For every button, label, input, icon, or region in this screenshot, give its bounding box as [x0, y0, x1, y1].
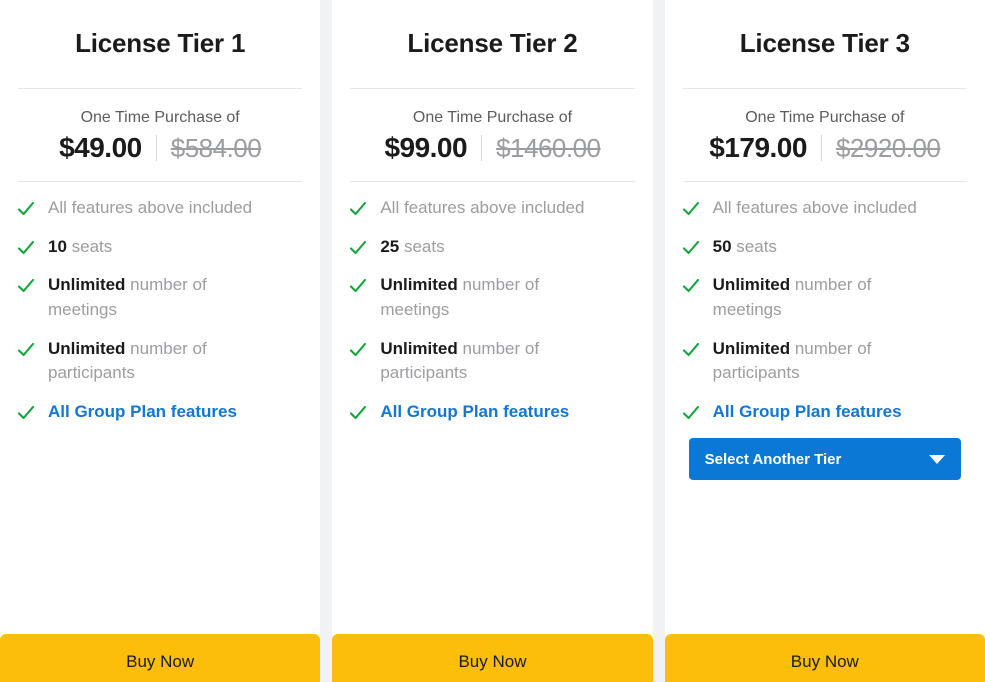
feature-highlight: 10 — [48, 236, 67, 256]
price-row: $49.00 $584.00 — [10, 131, 310, 165]
check-icon — [350, 240, 367, 254]
group-plan-features-link[interactable]: All Group Plan features — [380, 400, 569, 425]
feature-label: Unlimited number of meetings — [48, 275, 207, 319]
price-original: $584.00 — [170, 132, 262, 163]
feature-item: Unlimited number of participants — [344, 337, 640, 386]
group-plan-features-link[interactable]: All Group Plan features — [713, 400, 902, 425]
check-icon — [17, 279, 35, 293]
buy-now-button[interactable]: Buy Now — [0, 634, 321, 682]
check-icon — [682, 201, 699, 216]
price-block: One Time Purchase of $179.00 $2920.00 — [665, 89, 985, 181]
pricing-table: License Tier 1 One Time Purchase of $49.00… — [0, 0, 985, 682]
tier-title: License Tier 2 — [407, 28, 578, 58]
feature-item-link[interactable]: All Group Plan features — [344, 400, 640, 425]
feature-item: 25 seats — [344, 235, 640, 260]
feature-highlight: Unlimited — [380, 338, 458, 358]
buy-button-wrap: Buy Now — [0, 634, 321, 682]
price-separator — [481, 135, 483, 161]
check-icon — [17, 240, 35, 254]
feature-item: Unlimited number of participants — [677, 337, 973, 386]
feature-item: All features above included — [12, 196, 308, 221]
feature-label: Unlimited number of participants — [380, 338, 540, 383]
check-icon — [682, 279, 699, 293]
feature-label: 50 seats — [712, 236, 777, 256]
feature-item-link[interactable]: All Group Plan features — [12, 400, 308, 425]
buy-now-button[interactable]: Buy Now — [664, 634, 985, 682]
price-original: $2920.00 — [835, 132, 941, 163]
select-another-tier-dropdown[interactable]: Select Another Tier — [688, 438, 961, 481]
check-icon — [682, 342, 699, 356]
feature-item: Unlimited number of meetings — [12, 273, 308, 322]
feature-highlight: Unlimited — [712, 338, 791, 358]
price-caption: One Time Purchase of — [412, 109, 573, 126]
check-icon — [682, 240, 699, 254]
feature-list: All features above included 25 seats Unlim… — [332, 182, 652, 634]
feature-item: All features above included — [344, 196, 640, 221]
check-icon — [17, 405, 35, 419]
check-icon — [17, 201, 35, 216]
feature-label: All features above included — [712, 198, 917, 217]
feature-item: Unlimited number of meetings — [344, 273, 640, 322]
feature-item: 10 seats — [12, 235, 308, 260]
price-separator — [820, 135, 822, 161]
feature-list: All features above included 50 seats Unlim… — [665, 182, 985, 634]
price-current: $179.00 — [709, 132, 807, 163]
select-another-tier-label: Select Another Tier — [704, 450, 842, 468]
tier-card: License Tier 1 One Time Purchase of $49.00… — [0, 0, 321, 682]
feature-item: Unlimited number of meetings — [677, 273, 973, 322]
buy-now-button[interactable]: Buy Now — [332, 634, 653, 682]
feature-list: All features above included 10 seats Unlim… — [0, 182, 320, 634]
feature-label: Unlimited number of participants — [48, 338, 207, 383]
price-block: One Time Purchase of $49.00 $584.00 — [0, 89, 320, 181]
feature-label: 10 seats — [48, 236, 113, 256]
feature-highlight: Unlimited — [48, 275, 126, 295]
feature-label: 25 seats — [380, 236, 445, 256]
price-block: One Time Purchase of $99.00 $1460.00 — [332, 89, 652, 181]
feature-label: Unlimited number of meetings — [380, 275, 540, 319]
feature-highlight: Unlimited — [380, 275, 458, 295]
price-separator — [155, 135, 157, 161]
feature-label: Unlimited number of meetings — [712, 275, 872, 319]
price-row: $99.00 $1460.00 — [342, 131, 642, 165]
feature-highlight: Unlimited — [48, 338, 126, 358]
tier-card: License Tier 3 One Time Purchase of $179.0… — [664, 0, 985, 682]
buy-button-wrap: Buy Now — [332, 634, 653, 682]
check-icon — [350, 201, 367, 216]
feature-label: All features above included — [380, 198, 585, 217]
feature-item-link[interactable]: All Group Plan features — [677, 400, 973, 425]
feature-highlight: 25 — [380, 236, 400, 256]
price-caption: One Time Purchase of — [80, 109, 240, 126]
tier-title: License Tier 1 — [75, 28, 246, 58]
feature-highlight: 50 — [712, 236, 732, 256]
price-caption: One Time Purchase of — [745, 109, 905, 126]
feature-highlight: Unlimited — [712, 275, 791, 295]
price-row: $179.00 $2920.00 — [675, 131, 975, 165]
check-icon — [350, 342, 367, 356]
tier-title: License Tier 3 — [739, 28, 910, 58]
feature-item: All features above included — [677, 196, 973, 221]
chevron-down-icon — [928, 454, 945, 464]
check-icon — [350, 405, 367, 419]
check-icon — [350, 279, 367, 293]
feature-item: Unlimited number of participants — [12, 337, 308, 386]
price-original: $1460.00 — [496, 132, 601, 163]
group-plan-features-link[interactable]: All Group Plan features — [48, 400, 237, 425]
price-current: $49.00 — [59, 132, 142, 163]
price-current: $99.00 — [384, 132, 468, 163]
feature-item: 50 seats — [677, 235, 973, 260]
check-icon — [17, 342, 35, 356]
tier-card: License Tier 2 One Time Purchase of $99.00… — [332, 0, 653, 682]
feature-label: Unlimited number of participants — [712, 338, 872, 383]
feature-label: All features above included — [48, 198, 253, 217]
check-icon — [682, 405, 699, 419]
buy-button-wrap: Buy Now — [664, 634, 985, 682]
